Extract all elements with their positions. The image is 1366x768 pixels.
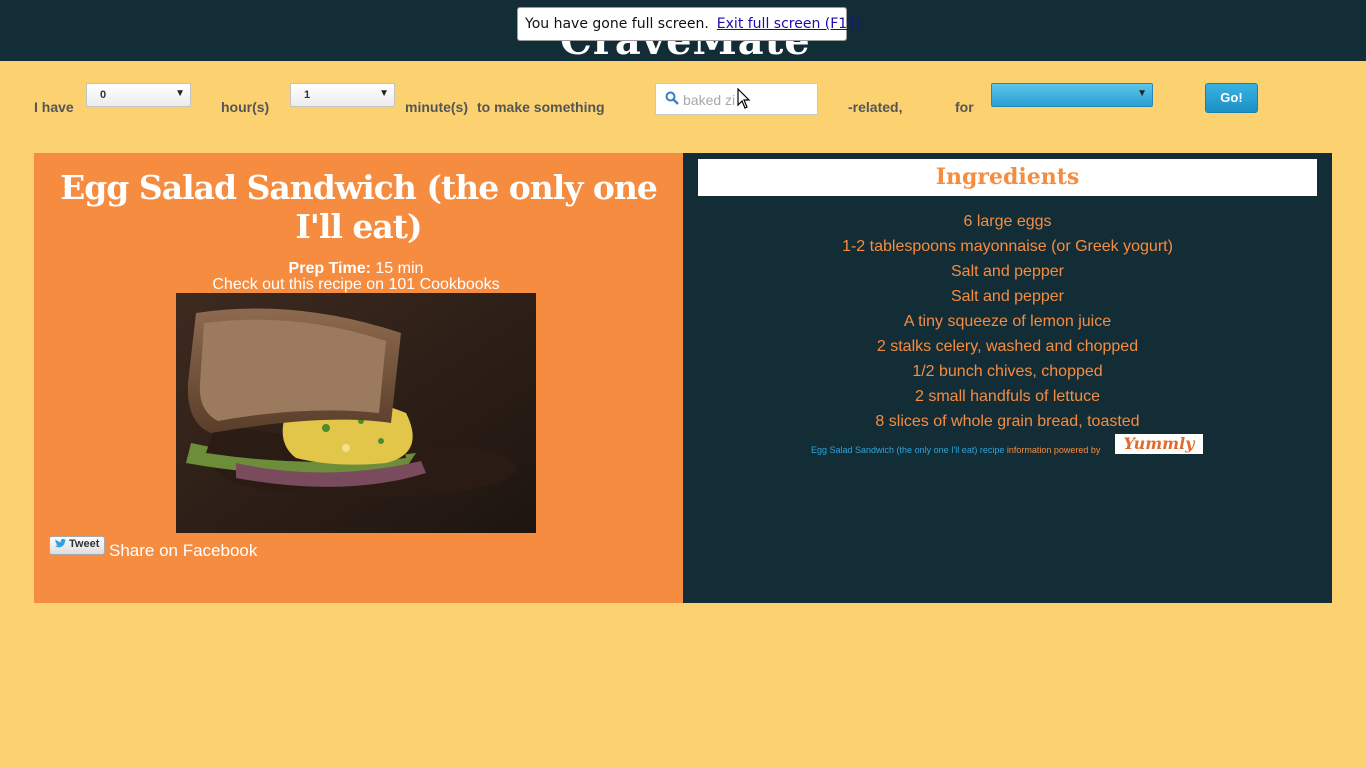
i-have-label: I have <box>34 99 74 115</box>
hours-label: hour(s) <box>221 99 270 115</box>
share-facebook-link[interactable]: Share on Facebook <box>109 541 257 561</box>
tweet-button[interactable]: Tweet <box>49 536 105 555</box>
related-label: -related, <box>848 99 903 115</box>
ingredient-item: Salt and pepper <box>951 288 1064 305</box>
twitter-bird-icon <box>55 538 67 548</box>
recipe-panel: Egg Salad Sandwich (the only one I'll ea… <box>34 153 683 603</box>
search-icon <box>665 91 679 105</box>
ingredient-item: 1-2 tablespoons mayonnaise (or Greek yog… <box>842 238 1173 255</box>
yummly-logo[interactable]: Yummly <box>1115 434 1203 454</box>
attribution-recipe-link[interactable]: Egg Salad Sandwich (the only one I'll ea… <box>811 445 1004 455</box>
ingredients-heading: Ingredients <box>698 159 1317 196</box>
dropdown-arrow-icon: ▼ <box>379 88 389 99</box>
recipe-title: Egg Salad Sandwich (the only one I'll ea… <box>60 168 658 246</box>
ingredients-list: 6 large eggs 1-2 tablespoons mayonnaise … <box>683 209 1332 434</box>
ingredient-item: Salt and pepper <box>951 263 1064 280</box>
prep-time-label: Prep Time: <box>288 260 371 277</box>
ingredient-item: 1/2 bunch chives, chopped <box>912 363 1103 380</box>
go-button[interactable]: Go! <box>1205 83 1258 113</box>
ingredient-item: 6 large eggs <box>963 213 1052 230</box>
minutes-select[interactable]: 1 ▼ <box>290 83 395 107</box>
dropdown-arrow-icon: ▼ <box>175 88 185 99</box>
tweet-label: Tweet <box>69 538 100 550</box>
dropdown-arrow-icon: ▼ <box>1137 88 1147 99</box>
for-label: for <box>955 99 974 115</box>
for-select[interactable]: ▼ <box>991 83 1153 107</box>
ingredients-panel: Ingredients 6 large eggs 1-2 tablespoons… <box>683 153 1332 603</box>
prep-time-value: 15 min <box>375 260 424 277</box>
to-make-label: to make something <box>477 99 605 115</box>
recipe-photo[interactable] <box>176 293 536 533</box>
ingredient-item: A tiny squeeze of lemon juice <box>903 313 1112 330</box>
ingredient-item: 2 small handfuls of lettuce <box>915 388 1100 405</box>
yummly-attribution: Egg Salad Sandwich (the only one I'll ea… <box>811 445 1100 455</box>
ingredient-item: 2 stalks celery, washed and chopped <box>876 338 1139 355</box>
mouse-pointer-icon <box>737 88 751 109</box>
fullscreen-message: You have gone full screen. <box>525 16 709 32</box>
keyword-placeholder: baked zi <box>683 92 736 108</box>
exit-fullscreen-link[interactable]: Exit full screen (F11) <box>717 16 862 32</box>
attribution-text: information powered by <box>1006 445 1101 455</box>
ingredient-item: 8 slices of whole grain bread, toasted <box>875 413 1140 430</box>
hours-select[interactable]: 0 ▼ <box>86 83 191 107</box>
recipe-source-link[interactable]: Check out this recipe on 101 Cookbooks <box>34 276 678 294</box>
minutes-label: minute(s) <box>405 99 468 115</box>
recipe-search-form: I have 0 ▼ hour(s) 1 ▼ minute(s) to make… <box>0 80 1366 120</box>
top-navbar: CraveMate You have gone full screen. Exi… <box>0 0 1366 61</box>
minutes-value: 1 <box>304 89 311 101</box>
hours-value: 0 <box>100 89 107 101</box>
fullscreen-notice: You have gone full screen. Exit full scr… <box>517 7 862 41</box>
